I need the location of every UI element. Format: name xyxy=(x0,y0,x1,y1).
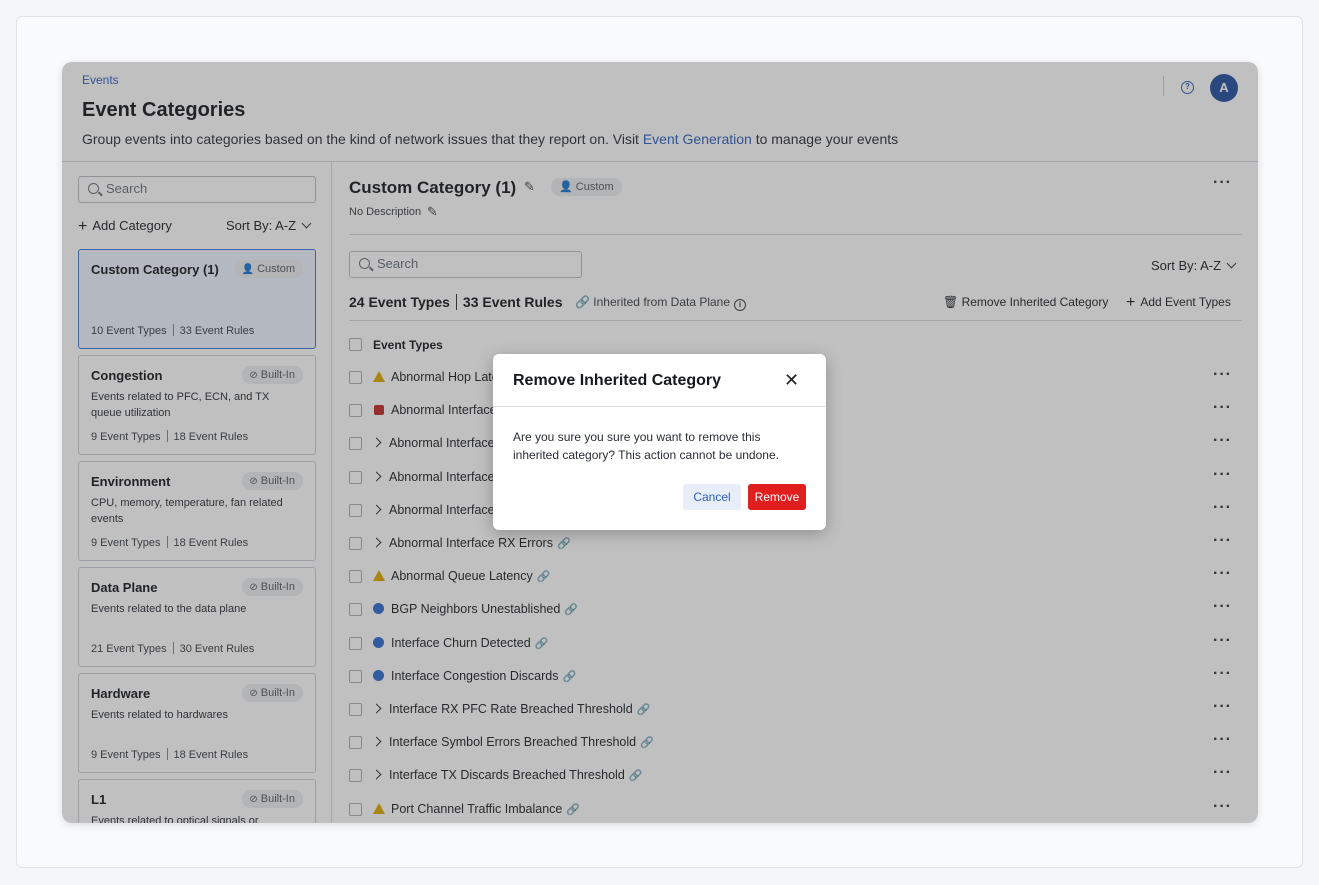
dialog-title: Remove Inherited Category xyxy=(513,372,722,389)
remove-button[interactable]: Remove xyxy=(748,484,806,510)
close-icon[interactable]: ✕ xyxy=(784,371,799,389)
dialog-message: Are you sure you sure you want to remove… xyxy=(513,430,779,462)
remove-inherited-category-dialog: Remove Inherited Category ✕ Are you sure… xyxy=(493,354,826,530)
dialog-divider xyxy=(493,406,826,407)
cancel-button[interactable]: Cancel xyxy=(683,484,741,510)
